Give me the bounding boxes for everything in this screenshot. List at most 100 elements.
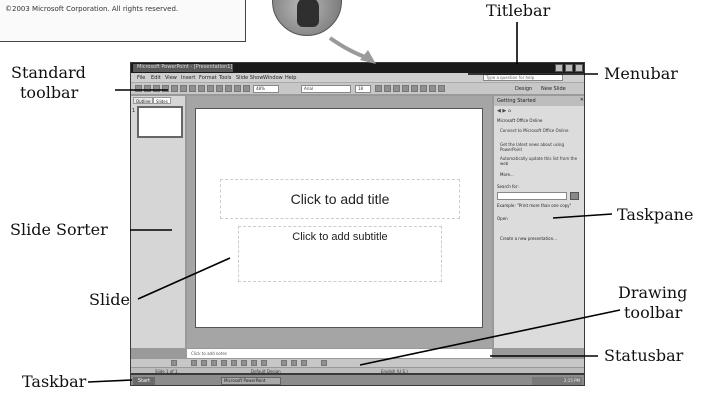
callout-standard-toolbar-1: Standard [11, 63, 86, 82]
slide-sorter-pane: Outline Slides 1 [131, 96, 186, 348]
autoshapes-icon[interactable] [201, 360, 207, 366]
menu-format[interactable]: Format [199, 75, 217, 81]
close-button[interactable] [575, 64, 583, 72]
taskbar-leader [87, 379, 133, 383]
thumbnail-number: 1 [132, 108, 136, 114]
more-link[interactable]: More... [500, 172, 514, 177]
mascot-arrow-path [328, 36, 369, 60]
save-icon[interactable] [153, 85, 160, 92]
list-item[interactable]: Get the latest news about using PowerPoi… [500, 142, 580, 152]
arrow-icon[interactable] [221, 360, 227, 366]
taskpane-title[interactable]: Getting Started [497, 98, 536, 104]
zoom-select[interactable]: 48% [253, 85, 279, 93]
office-assistant-mascot [272, 0, 342, 36]
cut-icon[interactable] [189, 85, 196, 92]
standard-toolbar: 48% Arial 18 Design New Slide [131, 83, 584, 95]
bold-icon[interactable] [375, 85, 382, 92]
align-left-icon[interactable] [402, 85, 409, 92]
title-placeholder[interactable]: Click to add title [220, 179, 460, 219]
maximize-button[interactable] [565, 64, 573, 72]
callout-statusbar: Statusbar [604, 346, 684, 365]
callout-drawing-toolbar-1: Drawing [618, 283, 688, 302]
table-icon[interactable] [243, 85, 250, 92]
slide[interactable]: Click to add title Click to add subtitle [195, 108, 483, 328]
menu-edit[interactable]: Edit [151, 75, 161, 81]
system-tray-clock: 2:15 PM [532, 377, 582, 385]
menu-tools[interactable]: Tools [219, 75, 231, 81]
notes-pane[interactable]: Click to add notes [187, 348, 492, 358]
design-button[interactable]: Design [515, 86, 532, 92]
minimize-button[interactable] [555, 64, 563, 72]
slide-area: Click to add title Click to add subtitle [187, 96, 492, 348]
statusbar: Slide 1 of 1 Default Design English (U.S… [131, 367, 584, 373]
taskpane-header: Getting Started ✕ [494, 96, 584, 106]
font-color-icon[interactable] [438, 85, 445, 92]
shadow-icon[interactable] [321, 360, 327, 366]
list-item[interactable]: Automatically update this list from the … [500, 156, 580, 166]
textbox-icon[interactable] [251, 360, 257, 366]
italic-icon[interactable] [384, 85, 391, 92]
line-color-icon[interactable] [291, 360, 297, 366]
menu-window[interactable]: Window [263, 75, 283, 81]
copyright-text: ©2003 Microsoft Corporation. All rights … [5, 5, 179, 13]
undo-icon[interactable] [216, 85, 223, 92]
font-select[interactable]: Arial [301, 85, 351, 93]
search-input[interactable] [497, 192, 567, 200]
menu-insert[interactable]: Insert [181, 75, 195, 81]
open-icon[interactable] [144, 85, 151, 92]
back-forward-icon[interactable]: ◀ ▶ ⌂ [497, 108, 511, 114]
font-size-select[interactable]: 18 [355, 85, 371, 93]
tab-outline[interactable]: Outline [133, 97, 154, 104]
line-icon[interactable] [211, 360, 217, 366]
menu-help[interactable]: Help [285, 75, 296, 81]
oval-icon[interactable] [241, 360, 247, 366]
slide-thumbnail[interactable] [137, 106, 183, 138]
menu-file[interactable]: File [137, 75, 145, 81]
chart-icon[interactable] [234, 85, 241, 92]
new-slide-button[interactable]: New Slide [541, 86, 566, 92]
subtitle-placeholder[interactable]: Click to add subtitle [238, 226, 442, 282]
window-title: Microsoft PowerPoint - [Presentation1] [137, 64, 233, 70]
rectangle-icon[interactable] [231, 360, 237, 366]
list-item[interactable]: Connect to Microsoft Office Online [500, 128, 580, 133]
callout-taskpane: Taskpane [617, 205, 694, 224]
menubar: File Edit View Insert Format Tools Slide… [131, 73, 584, 83]
close-icon[interactable]: ✕ [580, 97, 584, 103]
draw-menu-icon[interactable] [171, 360, 177, 366]
taskbar-item-powerpoint[interactable]: Microsoft PowerPoint [221, 377, 281, 385]
select-icon[interactable] [191, 360, 197, 366]
wordart-icon[interactable] [261, 360, 267, 366]
paste-icon[interactable] [207, 85, 214, 92]
drawing-toolbar [131, 358, 584, 367]
search-go-button[interactable] [570, 192, 579, 200]
align-center-icon[interactable] [411, 85, 418, 92]
taskbar: Start Microsoft PowerPoint 2:15 PM [130, 374, 585, 386]
copyright-box: ©2003 Microsoft Corporation. All rights … [0, 0, 246, 42]
preview-icon[interactable] [171, 85, 178, 92]
titlebar[interactable]: Microsoft PowerPoint - [Presentation1] [131, 63, 584, 73]
menu-slide-show[interactable]: Slide Show [236, 75, 263, 81]
create-new-presentation-link[interactable]: Create a new presentation... [500, 236, 557, 241]
bullets-icon[interactable] [429, 85, 436, 92]
search-label: Search for: [497, 184, 519, 189]
start-button[interactable]: Start [133, 377, 155, 385]
ask-question-input[interactable]: Type a question for help [483, 74, 563, 81]
open-heading: Open [497, 216, 508, 221]
office-online-heading[interactable]: Microsoft Office Online [497, 118, 542, 123]
font-color-draw-icon[interactable] [301, 360, 307, 366]
copy-icon[interactable] [198, 85, 205, 92]
callout-taskbar: Taskbar [22, 372, 87, 391]
callout-drawing-toolbar-2: toolbar [624, 303, 683, 322]
fill-color-icon[interactable] [281, 360, 287, 366]
tab-slides[interactable]: Slides [153, 97, 171, 104]
taskpane: Getting Started ✕ ◀ ▶ ⌂ Microsoft Office… [493, 96, 584, 348]
search-example: Example: "Print more than one copy" [497, 203, 572, 208]
align-right-icon[interactable] [420, 85, 427, 92]
menu-view[interactable]: View [165, 75, 177, 81]
print-icon[interactable] [162, 85, 169, 92]
callout-slide-sorter: Slide Sorter [10, 220, 108, 239]
underline-icon[interactable] [393, 85, 400, 92]
redo-icon[interactable] [225, 85, 232, 92]
spelling-icon[interactable] [180, 85, 187, 92]
new-icon[interactable] [135, 85, 142, 92]
